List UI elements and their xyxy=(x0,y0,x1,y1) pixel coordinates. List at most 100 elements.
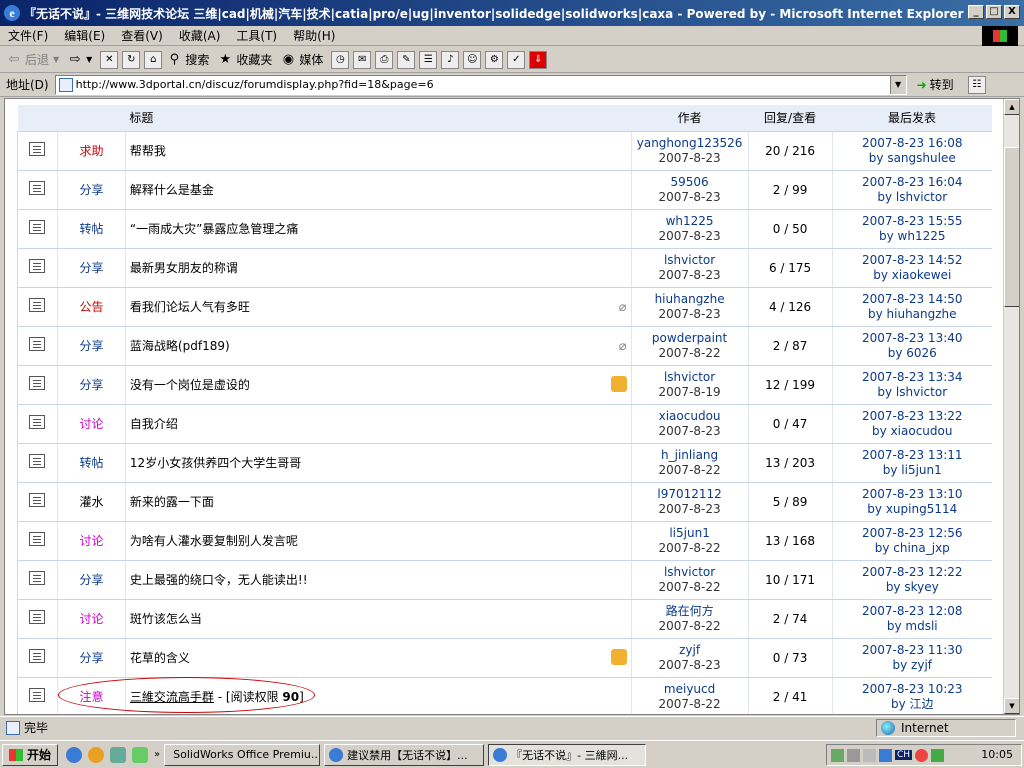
author-link[interactable]: zyjf xyxy=(632,643,748,658)
thread-folder-icon[interactable] xyxy=(29,571,46,585)
links-icon[interactable]: ☷ xyxy=(967,75,986,94)
thread-folder-icon[interactable] xyxy=(29,220,46,234)
thread-title-link[interactable]: 看我们论坛人气有多旺 xyxy=(130,300,250,314)
thread-folder-icon[interactable] xyxy=(29,181,46,195)
category-tag[interactable]: 分享 xyxy=(79,651,103,665)
vertical-scrollbar[interactable]: ▲ ▼ xyxy=(1003,99,1019,714)
address-dropdown-icon[interactable]: ▼ xyxy=(889,75,906,94)
author-link[interactable]: li5jun1 xyxy=(632,526,748,541)
category-tag[interactable]: 讨论 xyxy=(79,612,103,626)
last-post-time[interactable]: 2007-8-23 12:56 xyxy=(833,526,992,541)
author-link[interactable]: wh1225 xyxy=(632,214,748,229)
author-link[interactable]: hiuhangzhe xyxy=(632,292,748,307)
category-tag[interactable]: 分享 xyxy=(79,183,103,197)
last-post-time[interactable]: 2007-8-23 10:23 xyxy=(833,682,992,697)
thread-title-link[interactable]: 蓝海战略(pdf189) xyxy=(130,339,230,353)
tray-icon-5[interactable] xyxy=(931,748,945,762)
last-post-time[interactable]: 2007-8-23 11:30 xyxy=(833,643,992,658)
category-tag[interactable]: 转帖 xyxy=(79,222,103,236)
address-input[interactable]: http://www.3dportal.cn/discuz/forumdispl… xyxy=(54,74,907,95)
last-post-time[interactable]: 2007-8-23 14:52 xyxy=(833,253,992,268)
maximize-button[interactable]: □ xyxy=(986,5,1002,19)
last-post-time[interactable]: 2007-8-23 13:10 xyxy=(833,487,992,502)
menu-help[interactable]: 帮助(H) xyxy=(293,27,335,44)
volume-icon[interactable] xyxy=(863,748,876,762)
category-tag[interactable]: 公告 xyxy=(79,300,103,314)
back-button[interactable]: ⇦ 后退 ▼ xyxy=(6,51,60,68)
thread-title-link[interactable]: “一雨成大灾”暴露应急管理之痛 xyxy=(130,222,298,236)
last-post-time[interactable]: 2007-8-23 13:40 xyxy=(833,331,992,346)
edit-icon[interactable]: ✎ xyxy=(397,50,416,69)
last-post-by[interactable]: by xuping5114 xyxy=(833,502,992,517)
last-post-time[interactable]: 2007-8-23 12:22 xyxy=(833,565,992,580)
last-post-time[interactable]: 2007-8-23 15:55 xyxy=(833,214,992,229)
menu-file[interactable]: 文件(F) xyxy=(8,27,48,44)
refresh-icon[interactable]: ↻ xyxy=(122,50,141,69)
thread-title-link[interactable]: 12岁小女孩供养四个大学生哥哥 xyxy=(130,456,301,470)
category-tag[interactable]: 分享 xyxy=(79,339,103,353)
task-browser-1[interactable]: 建议禁用【无话不说】... xyxy=(324,743,485,766)
last-post-by[interactable]: by li5jun1 xyxy=(833,463,992,478)
back-dropdown-icon[interactable]: ▼ xyxy=(53,55,59,64)
stop-icon[interactable]: ✕ xyxy=(100,50,119,69)
thread-title-link[interactable]: 解释什么是基金 xyxy=(130,183,214,197)
home-icon[interactable]: ⌂ xyxy=(144,50,163,69)
tray-icon-4[interactable] xyxy=(915,748,929,762)
thread-folder-icon[interactable] xyxy=(29,610,46,624)
category-tag[interactable]: 分享 xyxy=(79,378,103,392)
last-post-time[interactable]: 2007-8-23 16:08 xyxy=(833,136,992,151)
last-post-time[interactable]: 2007-8-23 16:04 xyxy=(833,175,992,190)
thread-title-link[interactable]: 没有一个岗位是虚设的 xyxy=(130,378,250,392)
author-link[interactable]: yanghong123526 xyxy=(632,136,748,151)
thread-title-link[interactable]: 自我介绍 xyxy=(130,417,178,431)
author-link[interactable]: powderpaint xyxy=(632,331,748,346)
minimize-button[interactable]: _ xyxy=(968,5,984,19)
author-link[interactable]: lshvictor xyxy=(632,253,748,268)
category-tag[interactable]: 转帖 xyxy=(79,456,103,470)
media-button[interactable]: ◉ 媒体 xyxy=(280,51,324,68)
close-button[interactable]: X xyxy=(1004,5,1020,19)
last-post-by[interactable]: by xiaokewei xyxy=(833,268,992,283)
tool-icon[interactable]: ⚙ xyxy=(485,50,504,69)
last-post-time[interactable]: 2007-8-23 13:11 xyxy=(833,448,992,463)
task-browser-2[interactable]: 『无话不说』- 三維网... xyxy=(488,743,647,766)
thread-folder-icon[interactable] xyxy=(29,142,46,156)
last-post-time[interactable]: 2007-8-23 14:50 xyxy=(833,292,992,307)
thread-title-link[interactable]: 新来的露一下面 xyxy=(130,495,214,509)
task-solidworks[interactable]: SolidWorks Office Premiu... xyxy=(164,743,321,766)
thread-folder-icon[interactable] xyxy=(29,337,46,351)
author-link[interactable]: lshvictor xyxy=(632,370,748,385)
thread-folder-icon[interactable] xyxy=(29,376,46,390)
last-post-time[interactable]: 2007-8-23 13:34 xyxy=(833,370,992,385)
author-link[interactable]: 路在何方 xyxy=(632,604,748,619)
scroll-thumb[interactable] xyxy=(1004,147,1019,307)
last-post-by[interactable]: by lshvictor xyxy=(833,190,992,205)
last-post-time[interactable]: 2007-8-23 12:08 xyxy=(833,604,992,619)
desktop-icon[interactable] xyxy=(110,746,127,763)
category-tag[interactable]: 求助 xyxy=(79,144,103,158)
app-icon[interactable] xyxy=(132,746,149,763)
thread-title-link[interactable]: 斑竹该怎么当 xyxy=(130,612,202,626)
last-post-by[interactable]: by lshvictor xyxy=(833,385,992,400)
print-icon[interactable]: ⎙ xyxy=(375,50,394,69)
last-post-by[interactable]: by mdsli xyxy=(833,619,992,634)
tray-icon-3[interactable] xyxy=(879,748,892,762)
category-tag[interactable]: 灌水 xyxy=(79,495,103,509)
discuss-icon[interactable]: ☰ xyxy=(419,50,438,69)
start-button[interactable]: 开始 xyxy=(2,743,59,766)
scroll-down-icon[interactable]: ▼ xyxy=(1004,698,1019,714)
thread-title-link[interactable]: 花草的含义 xyxy=(130,651,190,665)
author-link[interactable]: meiyucd xyxy=(632,682,748,697)
last-post-by[interactable]: by skyey xyxy=(833,580,992,595)
scroll-up-icon[interactable]: ▲ xyxy=(1004,99,1019,115)
category-tag[interactable]: 分享 xyxy=(79,261,103,275)
menu-favorites[interactable]: 收藏(A) xyxy=(179,27,221,44)
media-player-icon[interactable] xyxy=(88,746,105,763)
last-post-by[interactable]: by sangshulee xyxy=(833,151,992,166)
thread-folder-icon[interactable] xyxy=(29,415,46,429)
author-link[interactable]: xiaocudou xyxy=(632,409,748,424)
search-button[interactable]: ⚲ 搜索 xyxy=(166,51,210,68)
last-post-by[interactable]: by hiuhangzhe xyxy=(833,307,992,322)
last-post-by[interactable]: by 6026 xyxy=(833,346,992,361)
ie-quicklaunch-icon[interactable] xyxy=(66,746,83,763)
